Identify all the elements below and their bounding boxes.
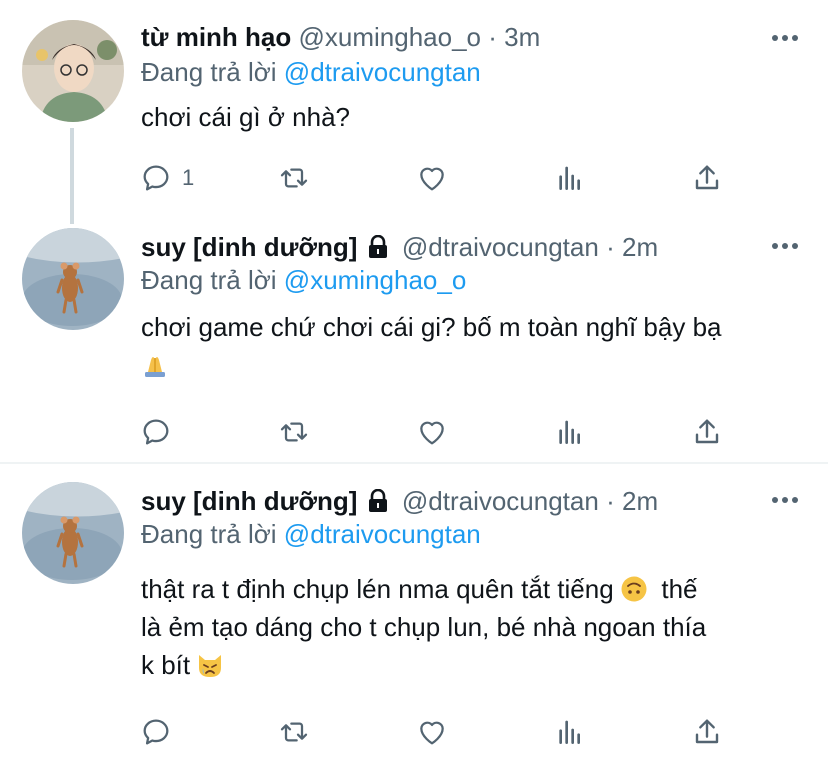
upside-down-face-emoji xyxy=(621,574,647,602)
retweet-icon xyxy=(280,422,308,442)
tweet-text: chơi game chứ chơi cái gi? bố m toàn ngh… xyxy=(141,308,801,384)
avatar[interactable] xyxy=(22,228,124,330)
share-button[interactable] xyxy=(691,712,723,752)
replying-prefix: Đang trả lời xyxy=(141,519,277,549)
reply-icon xyxy=(143,719,169,745)
folded-hands-emoji xyxy=(141,350,167,377)
timestamp[interactable]: 2m xyxy=(622,232,658,262)
display-name[interactable]: từ minh hạo xyxy=(141,22,291,52)
retweet-icon xyxy=(280,722,308,742)
share-icon xyxy=(695,719,719,744)
analytics-button[interactable] xyxy=(554,712,586,752)
replying-to: Đang trả lời @dtraivocungtan xyxy=(141,519,481,549)
analytics-icon xyxy=(559,720,580,744)
like-button[interactable] xyxy=(416,158,448,198)
tweet-2[interactable]: suy [dinh dưỡng] @dtraivocungtan · 2m Đa… xyxy=(0,200,828,462)
handle[interactable]: @dtraivocungtan xyxy=(402,232,599,262)
reply-button[interactable] xyxy=(140,412,172,452)
reply-button[interactable]: 1 xyxy=(140,158,194,198)
like-icon xyxy=(420,167,444,191)
avatar[interactable] xyxy=(22,20,124,122)
share-icon xyxy=(695,419,719,444)
tweet-header: suy [dinh dưỡng] @dtraivocungtan · 2m xyxy=(141,486,658,519)
tweet-text: thật ra t định chụp lén nma quên tắt tiế… xyxy=(141,570,801,684)
like-button[interactable] xyxy=(416,712,448,752)
share-button[interactable] xyxy=(691,158,723,198)
tweet-3[interactable]: suy [dinh dưỡng] @dtraivocungtan · 2m Đa… xyxy=(0,464,828,760)
separator: · xyxy=(606,486,615,516)
avatar[interactable] xyxy=(22,482,124,584)
retweet-button[interactable] xyxy=(278,712,310,752)
handle[interactable]: @xuminghao_o xyxy=(299,22,482,52)
analytics-icon xyxy=(559,420,580,444)
action-bar xyxy=(0,412,828,452)
like-button[interactable] xyxy=(416,412,448,452)
separator: · xyxy=(488,22,497,52)
action-bar: 1 xyxy=(0,158,828,198)
tweet-text-line-1: thật ra t định chụp lén nma quên tắt tiế… xyxy=(141,574,614,604)
display-name[interactable]: suy [dinh dưỡng] xyxy=(141,486,357,516)
crying-cat-emoji xyxy=(197,650,223,677)
lock-icon xyxy=(367,234,389,265)
analytics-button[interactable] xyxy=(554,412,586,452)
like-icon xyxy=(420,421,444,445)
tweet-text-line-2: là ẻm tạo dáng cho t chụp lun, bé nhà ng… xyxy=(141,612,707,642)
like-icon xyxy=(420,721,444,745)
timestamp[interactable]: 2m xyxy=(622,486,658,516)
tweet-text: chơi cái gì ở nhà? xyxy=(141,102,350,132)
retweet-button[interactable] xyxy=(278,158,310,198)
tweet-1[interactable]: từ minh hạo @xuminghao_o · 3m Đang trả l… xyxy=(0,0,828,224)
analytics-icon xyxy=(559,166,580,190)
tweet-text-line: chơi game chứ chơi cái gi? bố m toàn ngh… xyxy=(141,312,722,342)
action-bar xyxy=(0,712,828,752)
more-icon[interactable] xyxy=(772,34,798,42)
more-icon[interactable] xyxy=(772,496,798,504)
tweet-header: suy [dinh dưỡng] @dtraivocungtan · 2m xyxy=(141,232,658,265)
tweet-text-line-1-end: thế xyxy=(661,574,698,604)
display-name[interactable]: suy [dinh dưỡng] xyxy=(141,232,357,262)
reply-count: 1 xyxy=(182,165,195,190)
analytics-button[interactable] xyxy=(554,158,586,198)
retweet-icon xyxy=(280,168,308,188)
replying-to: Đang trả lời @dtraivocungtan xyxy=(141,57,481,87)
more-icon[interactable] xyxy=(772,242,798,250)
reply-icon xyxy=(143,419,169,445)
retweet-button[interactable] xyxy=(278,412,310,452)
timestamp[interactable]: 3m xyxy=(504,22,540,52)
replying-mention[interactable]: @dtraivocungtan xyxy=(284,57,481,87)
replying-prefix: Đang trả lời xyxy=(141,265,277,295)
reply-icon xyxy=(143,165,169,191)
separator: · xyxy=(606,232,615,262)
reply-button[interactable] xyxy=(140,712,172,752)
share-icon xyxy=(695,165,719,190)
handle[interactable]: @dtraivocungtan xyxy=(402,486,599,516)
replying-mention[interactable]: @dtraivocungtan xyxy=(284,519,481,549)
replying-prefix: Đang trả lời xyxy=(141,57,277,87)
share-button[interactable] xyxy=(691,412,723,452)
tweet-header: từ minh hạo @xuminghao_o · 3m xyxy=(141,22,540,52)
tweet-text-line-3: k bít xyxy=(141,650,191,680)
lock-icon xyxy=(367,488,389,519)
replying-to: Đang trả lời @xuminghao_o xyxy=(141,265,466,295)
replying-mention[interactable]: @xuminghao_o xyxy=(284,265,467,295)
